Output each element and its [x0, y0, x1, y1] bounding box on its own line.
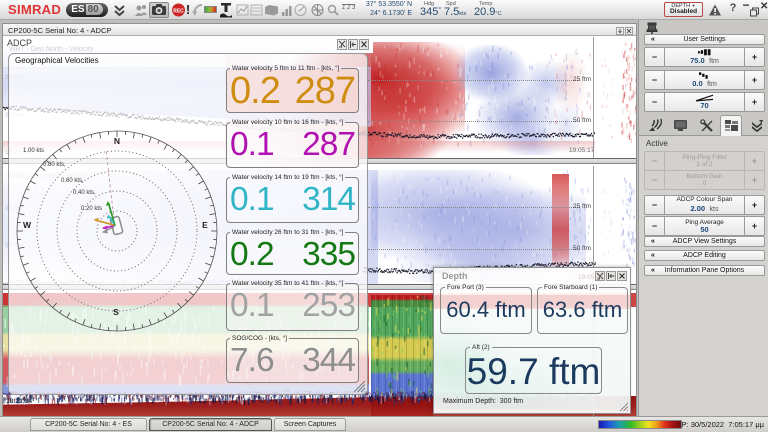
svg-text:REC: REC [173, 9, 184, 15]
svg-text:N: N [114, 136, 120, 146]
svg-text:1.00 kts: 1.00 kts [23, 148, 44, 154]
svg-text:0.60 kts,: 0.60 kts, [61, 178, 84, 184]
svg-text:E: E [202, 220, 208, 230]
svg-text:W: W [23, 220, 32, 230]
svg-text:0.80 kts,: 0.80 kts, [43, 162, 66, 168]
svg-text:0.20 kts: 0.20 kts [81, 206, 102, 212]
svg-text:S: S [113, 307, 119, 317]
svg-text:0.40 kts,: 0.40 kts, [73, 190, 96, 196]
